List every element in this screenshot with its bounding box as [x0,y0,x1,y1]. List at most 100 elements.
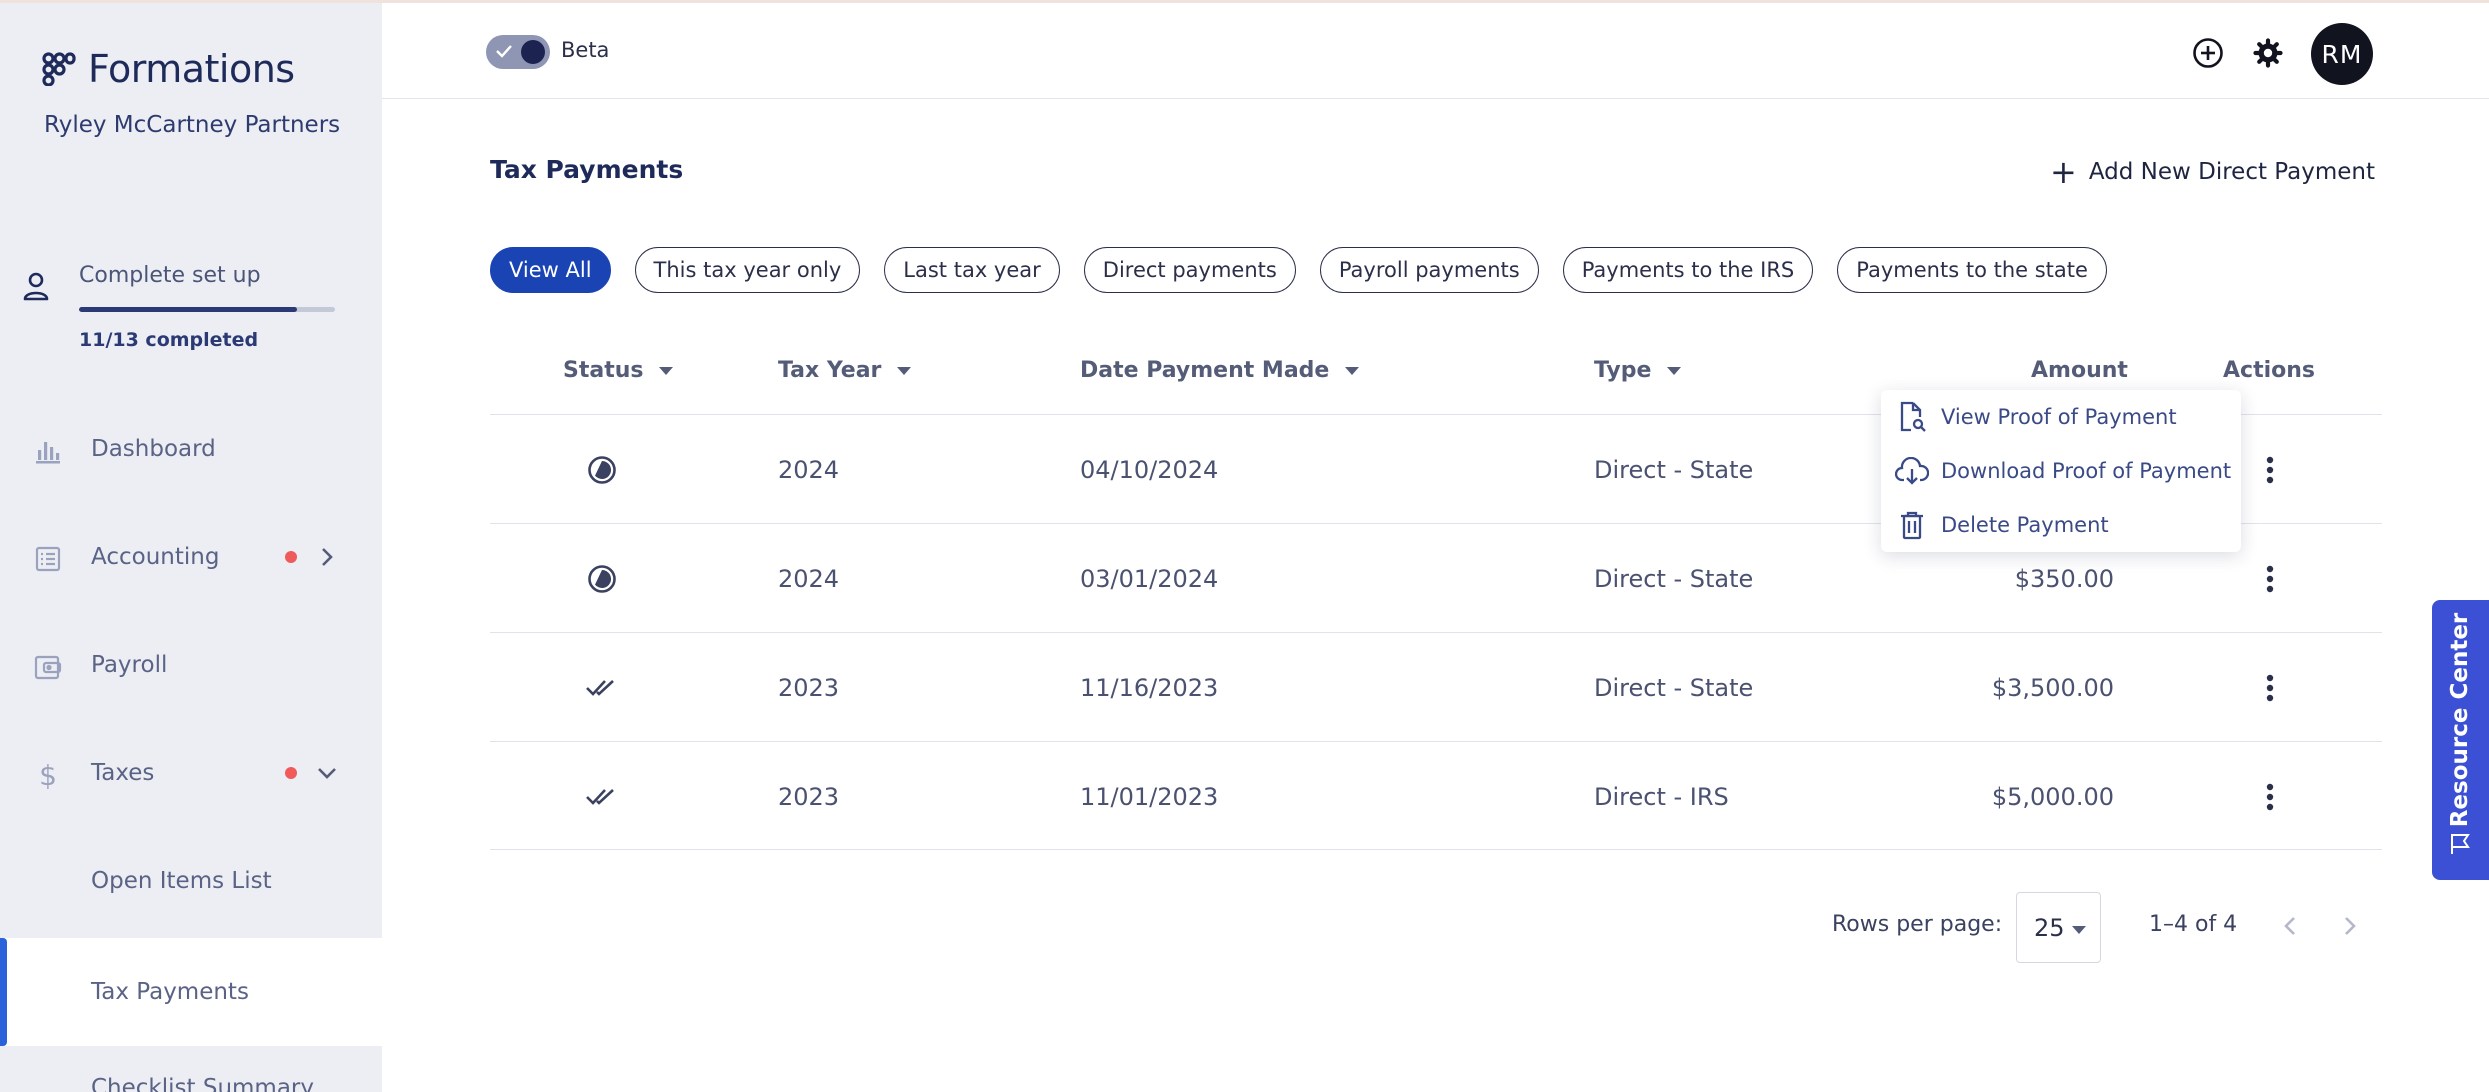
row-actions-kebab-icon[interactable] [2253,742,2287,851]
tax-year-cell: 2023 [778,673,840,702]
table-row: 2023 11/01/2023 Direct - IRS $5,000.00 [490,741,2382,850]
wallet-icon [33,652,63,682]
check-icon [496,45,512,58]
tax-year-cell: 2024 [778,455,840,484]
column-label: Type [1594,358,1652,383]
sidebar-item-tax-payments[interactable]: Tax Payments [0,938,382,1046]
brand-name: Formations [88,47,295,91]
add-direct-payment-label: Add New Direct Payment [2088,159,2375,185]
sidebar-item-accounting[interactable]: Accounting [0,517,382,597]
amount-cell: $5,000.00 [1991,782,2114,811]
type-cell: Direct - State [1594,673,1754,702]
bar-chart-icon [33,436,63,466]
chevron-left-icon [2284,917,2295,935]
sidebar-item-dashboard[interactable]: Dashboard [0,409,382,489]
sidebar-item-label: Dashboard [91,436,216,462]
page-title: Tax Payments [490,155,684,184]
row-actions-kebab-icon[interactable] [2253,524,2287,633]
column-label: Status [563,358,644,383]
add-direct-payment-button[interactable]: + Add New Direct Payment [2050,156,2375,188]
row-actions-kebab-icon[interactable] [2253,633,2287,742]
rows-per-page-label: Rows per page: [1832,912,2003,937]
company-name: Ryley McCartney Partners [44,112,341,138]
chevron-down-icon [316,762,338,784]
select-caret-icon [2072,926,2086,934]
sidebar-item-payroll[interactable]: Payroll [0,625,382,705]
filter-chips: View All This tax year only Last tax yea… [490,247,2131,293]
amount-cell: $3,500.00 [1991,673,2114,702]
column-label: Date Payment Made [1080,358,1330,383]
active-indicator [0,938,7,1046]
add-circle-icon[interactable] [2191,36,2225,70]
column-type[interactable]: Type [1594,358,1682,383]
sidebar-item-label: Accounting [91,544,220,570]
gear-icon[interactable] [2251,36,2285,70]
filter-payments-irs[interactable]: Payments to the IRS [1562,247,1814,293]
column-status[interactable]: Status [563,358,674,383]
sidebar-item-checklist-summary[interactable]: Checklist Summary [0,1048,382,1092]
column-actions: Actions [2223,358,2315,383]
date-cell: 04/10/2024 [1080,455,1219,484]
next-page-button[interactable] [2335,911,2365,941]
resource-center-tab[interactable]: Resource Center [2432,600,2489,880]
user-icon [23,272,49,301]
row-actions-kebab-icon[interactable] [2253,415,2287,524]
date-cell: 11/01/2023 [1080,782,1219,811]
menu-item-label: View Proof of Payment [1941,405,2177,429]
sidebar-item-label: Taxes [91,760,155,786]
setup-progress-bar [79,307,335,312]
pagination-range: 1–4 of 4 [2149,912,2238,937]
toggle-knob [521,40,545,64]
column-label: Tax Year [778,358,882,383]
menu-item-label: Download Proof of Payment [1941,459,2232,483]
sidebar-item-label: Checklist Summary [91,1075,314,1092]
sort-caret-icon [659,366,674,375]
cloud-download-icon [1895,454,1929,488]
status-completed-icon [585,742,619,851]
sidebar: Formations Ryley McCartney Partners Comp… [0,3,382,1092]
filter-this-tax-year[interactable]: This tax year only [634,247,861,293]
sort-caret-icon [1667,366,1682,375]
ledger-icon [33,544,63,574]
tax-year-cell: 2024 [778,564,840,593]
rows-per-page-select[interactable]: 25 [2016,892,2101,963]
menu-view-proof[interactable]: View Proof of Payment [1881,390,2241,444]
setup-count: 11/13 completed [79,329,259,351]
file-view-icon [1895,400,1929,434]
type-cell: Direct - State [1594,564,1754,593]
filter-view-all[interactable]: View All [490,247,611,293]
filter-last-tax-year[interactable]: Last tax year [884,247,1060,293]
sidebar-item-open-items-list[interactable]: Open Items List [0,841,382,921]
menu-download-proof[interactable]: Download Proof of Payment [1881,444,2241,498]
column-amount: Amount [2031,358,2128,383]
brand-logo[interactable]: Formations [42,47,295,91]
dollar-icon: $ [39,758,57,792]
beta-label: Beta [561,38,610,62]
chevron-right-icon [316,546,338,568]
sidebar-item-label: Payroll [91,652,168,678]
sidebar-item-label: Open Items List [91,868,272,894]
column-date[interactable]: Date Payment Made [1080,358,1360,383]
type-cell: Direct - IRS [1594,782,1729,811]
status-pending-icon [587,415,617,524]
menu-item-label: Delete Payment [1941,513,2109,537]
menu-delete-payment[interactable]: Delete Payment [1881,498,2241,552]
rows-per-page-value: 25 [2034,913,2065,942]
flag-icon [2451,834,2470,854]
filter-payments-state[interactable]: Payments to the state [1837,247,2107,293]
type-cell: Direct - State [1594,455,1754,484]
avatar[interactable]: RM [2311,23,2373,85]
sidebar-item-label: Tax Payments [91,979,249,1005]
prev-page-button[interactable] [2275,911,2305,941]
table-row: 2023 11/16/2023 Direct - State $3,500.00 [490,632,2382,741]
setup-label: Complete set up [79,263,261,288]
sidebar-item-taxes[interactable]: $ Taxes [0,733,382,813]
alert-dot [285,551,297,563]
top-header: Beta RM [382,3,2489,99]
beta-toggle[interactable] [486,35,550,69]
filter-payroll-payments[interactable]: Payroll payments [1319,247,1539,293]
column-tax-year[interactable]: Tax Year [778,358,912,383]
trash-icon [1895,508,1929,542]
filter-direct-payments[interactable]: Direct payments [1083,247,1296,293]
plus-icon: + [2050,153,2077,191]
